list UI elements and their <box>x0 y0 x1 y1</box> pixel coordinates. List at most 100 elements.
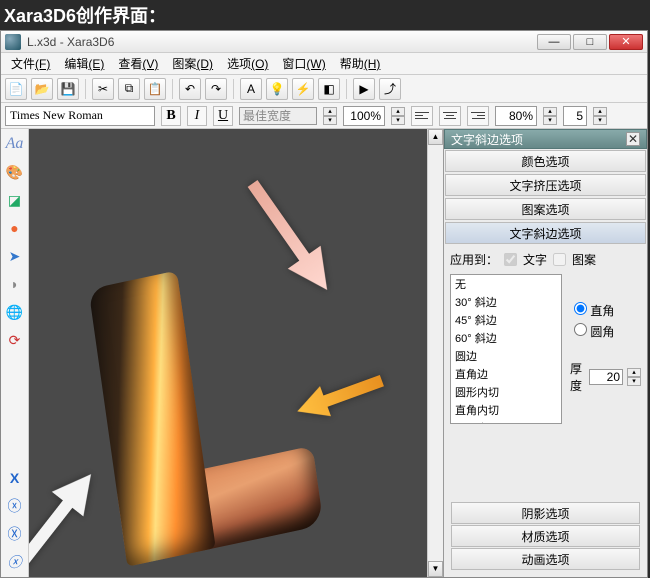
menu-view[interactable]: 查看(V) <box>112 53 164 74</box>
spin-up[interactable]: ▴ <box>323 107 337 116</box>
spin-down[interactable]: ▾ <box>323 116 337 125</box>
bevel-list-item[interactable]: 圆形内切 <box>451 383 561 401</box>
panel-header: 文字斜边选项 ✕ <box>444 129 647 149</box>
menu-edit[interactable]: 编辑(E) <box>58 53 110 74</box>
maximize-button[interactable]: □ <box>573 34 607 50</box>
spin-up[interactable]: ▴ <box>391 107 405 116</box>
corner-round-radio[interactable]: 圆角 <box>574 323 637 340</box>
open-button[interactable]: 📂 <box>31 78 53 100</box>
toolbar-main: 📄 📂 💾 ✂ ⧉ 📋 ↶ ↷ A 💡 ⚡ ◧ ▶ ⤴ <box>1 75 647 103</box>
tab-color[interactable]: 颜色选项 <box>445 150 646 172</box>
spin-up[interactable]: ▴ <box>593 107 607 116</box>
bevel-list-item[interactable]: 圆边 <box>451 347 561 365</box>
globe-icon[interactable]: 🌐 <box>4 301 26 323</box>
light-button[interactable]: 💡 <box>266 78 288 100</box>
align-left-button[interactable] <box>411 106 433 126</box>
text-tool-button[interactable]: A <box>240 78 262 100</box>
light-arrow-orange[interactable] <box>290 359 392 432</box>
ratio-input[interactable] <box>495 106 537 126</box>
palette-icon[interactable]: 🎨 <box>4 161 26 183</box>
menu-options[interactable]: 选项(O) <box>221 53 274 74</box>
redo-button[interactable]: ↷ <box>205 78 227 100</box>
shadow-icon[interactable]: ◗ <box>4 273 26 295</box>
bevel-list-item[interactable]: 直角边 <box>451 365 561 383</box>
spin-down[interactable]: ▾ <box>627 377 641 386</box>
scroll-track[interactable] <box>428 145 443 561</box>
scroll-down-button[interactable]: ▼ <box>428 561 443 577</box>
spin-up[interactable]: ▴ <box>543 107 557 116</box>
spin-up[interactable]: ▴ <box>627 368 641 377</box>
align-center-button[interactable] <box>439 106 461 126</box>
app-icon <box>5 34 21 50</box>
bevel-type-list[interactable]: 无30° 斜边45° 斜边60° 斜边圆边直角边圆形内切直角内切异形内切 1异形… <box>450 274 562 424</box>
menu-graphic[interactable]: 图案(D) <box>166 53 219 74</box>
sphere-icon[interactable]: ● <box>4 217 26 239</box>
italic-button[interactable]: I <box>187 106 207 126</box>
copy-button[interactable]: ⧉ <box>118 78 140 100</box>
preview-button[interactable]: ▶ <box>353 78 375 100</box>
export-button[interactable]: ⤴ <box>379 78 401 100</box>
tab-pattern[interactable]: 图案选项 <box>445 198 646 220</box>
tab-extrude[interactable]: 文字挤压选项 <box>445 174 646 196</box>
save-button[interactable]: 💾 <box>57 78 79 100</box>
rendered-3d-letter <box>29 129 427 577</box>
spacing-input[interactable] <box>563 106 587 126</box>
x-tool-3-icon[interactable]: Ⓧ <box>4 523 26 545</box>
bevel-list-item[interactable]: 异形内切 1 <box>451 419 561 424</box>
apply-to-row: 应用到： 文字 图案 <box>450 251 641 268</box>
minimize-button[interactable]: — <box>537 34 571 50</box>
x-tool-4-icon[interactable]: ⓧ <box>4 551 26 573</box>
undo-button[interactable]: ↶ <box>179 78 201 100</box>
align-right-button[interactable] <box>467 106 489 126</box>
panel-close-icon[interactable]: ✕ <box>626 132 640 146</box>
toolbar-font: B I U ▴▾ ▴▾ ▴▾ ▴▾ <box>1 103 647 129</box>
new-button[interactable]: 📄 <box>5 78 27 100</box>
bevel-list-item[interactable]: 30° 斜边 <box>451 293 561 311</box>
x-tool-1-icon[interactable]: X <box>4 467 26 489</box>
apply-pattern-checkbox[interactable] <box>553 253 566 266</box>
anim-icon[interactable]: ⟳ <box>4 329 26 351</box>
app-window: L.x3d - Xara3D6 — □ ✕ 文件(F) 编辑(E) 查看(V) … <box>0 30 648 578</box>
x-tool-2-icon[interactable]: ⓧ <box>4 495 26 517</box>
text-style-icon[interactable]: Aa <box>4 133 26 155</box>
window-title: L.x3d - Xara3D6 <box>27 35 114 49</box>
underline-button[interactable]: U <box>213 106 233 126</box>
canvas-scrollbar[interactable]: ▲ ▼ <box>427 129 443 577</box>
arrow-icon[interactable]: ➤ <box>4 245 26 267</box>
spin-down[interactable]: ▾ <box>543 116 557 125</box>
apply-pattern-label: 图案 <box>572 251 596 268</box>
tab-bevel[interactable]: 文字斜边选项 <box>445 222 646 244</box>
thickness-label: 厚度 <box>570 360 585 394</box>
width-mode-select[interactable] <box>239 107 317 125</box>
close-button[interactable]: ✕ <box>609 34 643 50</box>
bevel-list-item[interactable]: 无 <box>451 275 561 293</box>
cube-icon[interactable]: ◪ <box>4 189 26 211</box>
flash-button[interactable]: ⚡ <box>292 78 314 100</box>
menu-help[interactable]: 帮助(H) <box>334 53 387 74</box>
tab-shadow[interactable]: 阴影选项 <box>451 502 640 524</box>
bevel-list-item[interactable]: 45° 斜边 <box>451 311 561 329</box>
thickness-row: 厚度 ▴▾ <box>570 360 641 394</box>
spin-down[interactable]: ▾ <box>391 116 405 125</box>
paste-button[interactable]: 📋 <box>144 78 166 100</box>
font-select[interactable] <box>5 106 155 126</box>
bevel-list-item[interactable]: 直角内切 <box>451 401 561 419</box>
separator <box>85 79 86 99</box>
color-button[interactable]: ◧ <box>318 78 340 100</box>
canvas-3d-view[interactable] <box>29 129 427 577</box>
tab-anim[interactable]: 动画选项 <box>451 548 640 570</box>
cut-button[interactable]: ✂ <box>92 78 114 100</box>
apply-text-checkbox[interactable] <box>504 253 517 266</box>
corner-right-radio[interactable]: 直角 <box>574 302 637 319</box>
bold-button[interactable]: B <box>161 106 181 126</box>
separator <box>172 79 173 99</box>
zoom-input[interactable] <box>343 106 385 126</box>
menu-window[interactable]: 窗口(W) <box>276 53 331 74</box>
scroll-up-button[interactable]: ▲ <box>428 129 443 145</box>
menu-file[interactable]: 文件(F) <box>5 53 56 74</box>
bevel-list-item[interactable]: 60° 斜边 <box>451 329 561 347</box>
tab-material[interactable]: 材质选项 <box>451 525 640 547</box>
thickness-input[interactable] <box>589 369 623 385</box>
spin-down[interactable]: ▾ <box>593 116 607 125</box>
apply-label: 应用到： <box>450 251 498 268</box>
